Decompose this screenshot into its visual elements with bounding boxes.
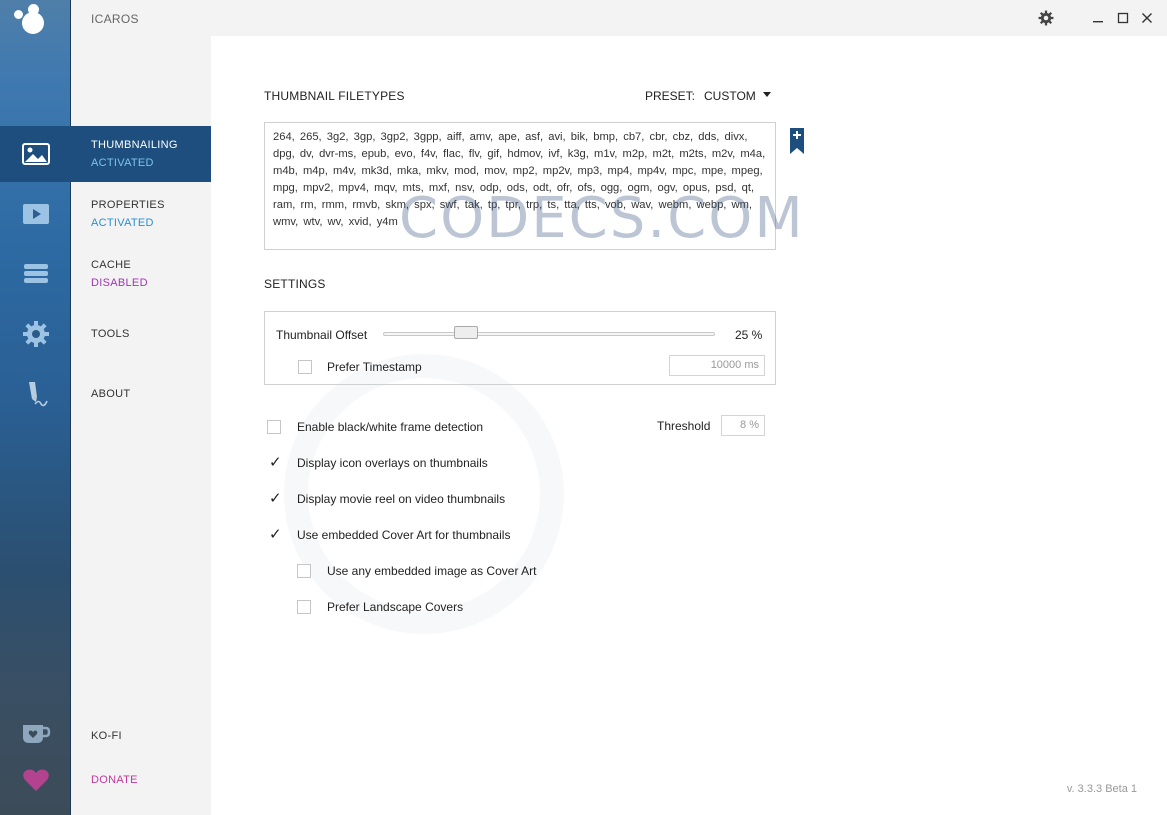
nav-status: DISABLED	[91, 277, 148, 289]
timestamp-input[interactable]: 10000 ms	[669, 355, 765, 376]
offset-slider-thumb[interactable]	[454, 326, 478, 339]
prefer-timestamp-checkbox[interactable]	[298, 360, 312, 374]
checkmark-icon: ✓	[269, 526, 282, 543]
movie-reel-checkbox[interactable]: ✓	[267, 490, 282, 507]
maximize-icon	[1117, 12, 1129, 24]
donate-nav-icon[interactable]	[0, 752, 71, 808]
cache-stack-icon	[23, 264, 48, 283]
image-icon	[21, 143, 50, 165]
pen-icon	[28, 382, 48, 407]
nav-item-about[interactable]: ABOUT	[71, 366, 211, 422]
play-icon	[22, 204, 49, 224]
tools-nav-icon[interactable]	[0, 306, 71, 362]
landscape-covers-checkbox[interactable]	[297, 600, 311, 614]
offset-value: 25 %	[735, 328, 763, 342]
gear-icon	[22, 321, 49, 347]
gear-icon	[1038, 10, 1054, 26]
any-image-cover-art-checkbox[interactable]	[297, 564, 311, 578]
cover-art-checkbox[interactable]: ✓	[267, 526, 282, 543]
threshold-input[interactable]: 8 %	[721, 415, 765, 436]
nav-column: THUMBNAILING ACTIVATED PROPERTIES ACTIVA…	[71, 0, 211, 815]
checkmark-icon: ✓	[269, 454, 282, 471]
main-panel: THUMBNAIL FILETYPES PRESET: CUSTOM 264, …	[211, 36, 1167, 815]
nav-label: KO-FI	[91, 730, 122, 742]
nav-label: THUMBNAILING	[91, 139, 178, 151]
nav-label: TOOLS	[91, 328, 130, 340]
coffee-cup-icon	[22, 725, 50, 743]
close-button[interactable]	[1137, 8, 1157, 28]
bw-detection-label: Enable black/white frame detection	[297, 420, 484, 434]
close-icon	[1142, 13, 1152, 23]
icon-sidebar	[0, 0, 71, 815]
nav-status: ACTIVATED	[91, 157, 154, 169]
nav-item-donate[interactable]: DONATE	[71, 752, 211, 808]
icon-overlays-label: Display icon overlays on thumbnails	[297, 456, 488, 470]
minimize-button[interactable]	[1088, 8, 1108, 28]
nav-label: CACHE	[91, 259, 132, 271]
version-label: v. 3.3.3 Beta 1	[1066, 783, 1137, 795]
chevron-down-icon[interactable]	[763, 92, 771, 97]
title-bar: ICAROS	[71, 0, 1167, 36]
offset-slider-track[interactable]	[383, 332, 715, 336]
settings-button[interactable]	[1036, 8, 1056, 28]
nav-label: ABOUT	[91, 388, 131, 400]
threshold-label: Threshold	[657, 419, 711, 433]
nav-label: DONATE	[91, 774, 138, 786]
cover-art-label: Use embedded Cover Art for thumbnails	[297, 528, 511, 542]
bookmark-add-icon[interactable]	[790, 128, 804, 154]
any-image-cover-art-label: Use any embedded image as Cover Art	[327, 564, 537, 578]
app-logo-icon	[14, 4, 54, 36]
nav-status: ACTIVATED	[91, 217, 154, 229]
offset-label: Thumbnail Offset	[276, 328, 368, 342]
about-nav-icon[interactable]	[0, 366, 71, 422]
landscape-covers-label: Prefer Landscape Covers	[327, 600, 464, 614]
movie-reel-label: Display movie reel on video thumbnails	[297, 492, 506, 506]
cache-nav-icon[interactable]	[0, 246, 71, 302]
icon-overlays-checkbox[interactable]: ✓	[267, 454, 282, 471]
minimize-icon	[1093, 21, 1103, 23]
settings-group: Thumbnail Offset 25 % Prefer Timestamp 1…	[264, 311, 776, 385]
nav-item-properties[interactable]: PROPERTIES ACTIVATED	[71, 186, 211, 242]
bw-detection-checkbox[interactable]	[267, 420, 281, 434]
filetypes-heading: THUMBNAIL FILETYPES	[264, 89, 405, 103]
nav-label: PROPERTIES	[91, 199, 165, 211]
nav-item-tools[interactable]: TOOLS	[71, 306, 211, 362]
filetypes-textarea[interactable]: 264, 265, 3g2, 3gp, 3gp2, 3gpp, aiff, am…	[264, 122, 776, 250]
thumbnailing-nav-icon[interactable]	[0, 126, 71, 182]
properties-nav-icon[interactable]	[0, 186, 71, 242]
preset-label: PRESET:	[645, 89, 696, 103]
prefer-timestamp-label: Prefer Timestamp	[327, 360, 422, 374]
maximize-button[interactable]	[1113, 8, 1133, 28]
heart-icon	[22, 769, 49, 791]
checkmark-icon: ✓	[269, 490, 282, 507]
settings-heading: SETTINGS	[264, 277, 326, 291]
nav-item-cache[interactable]: CACHE DISABLED	[71, 246, 211, 302]
preset-dropdown[interactable]: CUSTOM	[704, 89, 756, 103]
nav-item-thumbnailing[interactable]: THUMBNAILING ACTIVATED	[71, 126, 211, 182]
app-title: ICAROS	[91, 12, 139, 26]
